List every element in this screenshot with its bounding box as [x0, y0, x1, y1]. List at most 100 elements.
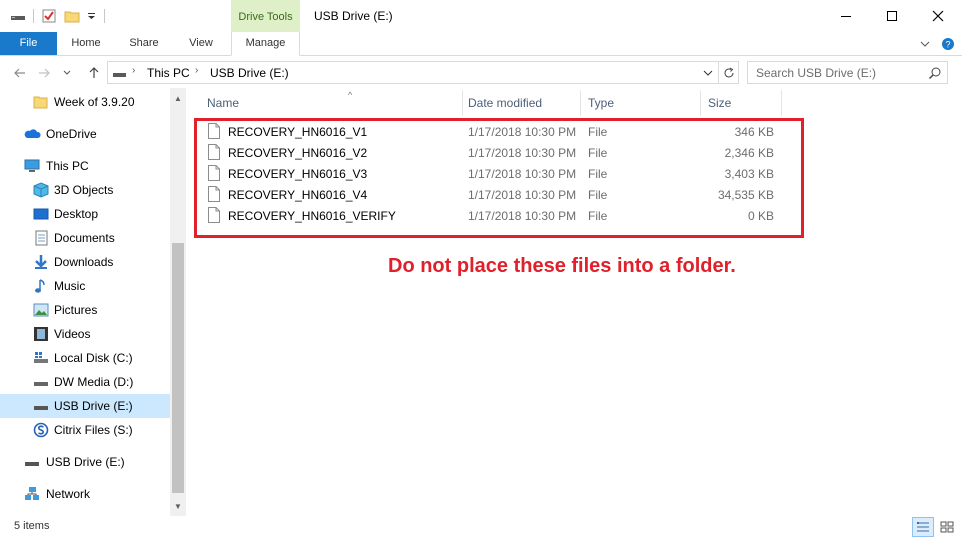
sidebar-item-onedrive[interactable]: OneDrive — [0, 122, 170, 146]
close-button[interactable] — [915, 0, 961, 32]
status-bar: 5 items — [0, 516, 962, 539]
tab-manage[interactable]: Manage — [231, 32, 300, 56]
breadcrumb-this-pc[interactable]: This PC — [147, 66, 190, 80]
chevron-down-icon — [63, 70, 71, 75]
sidebar-item-week-of-3-9-20[interactable]: Week of 3.9.20 — [0, 90, 170, 114]
search-placeholder: Search USB Drive (E:) — [756, 66, 877, 80]
forward-button[interactable] — [34, 63, 54, 83]
sidebar-item-label: Desktop — [54, 207, 99, 221]
minimize-icon — [841, 16, 851, 17]
usb-drive-icon — [24, 454, 40, 470]
sidebar-item-usb-drive-e[interactable]: USB Drive (E:) — [0, 394, 170, 418]
column-divider[interactable] — [462, 90, 463, 116]
sidebar-item-label: 3D Objects — [54, 183, 114, 197]
search-box[interactable]: Search USB Drive (E:) — [747, 61, 948, 84]
help-icon[interactable]: ? — [941, 37, 955, 51]
search-icon[interactable] — [928, 66, 942, 83]
breadcrumb-usb-drive[interactable]: USB Drive (E:) — [210, 66, 289, 80]
videos-icon — [33, 326, 49, 342]
scroll-up-icon[interactable]: ▲ — [170, 90, 186, 106]
sidebar-item-documents[interactable]: Documents — [0, 226, 170, 250]
navigation-bar: › This PC › USB Drive (E:) Search USB Dr… — [0, 58, 962, 88]
sidebar-item-desktop[interactable]: Desktop — [0, 202, 170, 226]
expand-ribbon-icon[interactable] — [918, 37, 932, 51]
sort-ascending-icon: ^ — [348, 90, 353, 100]
maximize-icon — [887, 11, 897, 21]
refresh-icon — [724, 67, 733, 77]
drive-icon[interactable] — [10, 8, 26, 24]
sidebar-item-label: Citrix Files (S:) — [54, 423, 133, 437]
column-divider[interactable] — [700, 90, 701, 116]
sidebar-item-label: Music — [54, 279, 86, 293]
minimize-button[interactable] — [823, 0, 869, 32]
sidebar-scrollbar[interactable]: ▲ ▼ — [170, 88, 186, 516]
sidebar-item-label: Documents — [54, 231, 115, 245]
sidebar-item-videos[interactable]: Videos — [0, 322, 170, 346]
sidebar-item-local-disk-c[interactable]: Local Disk (C:) — [0, 346, 170, 370]
sidebar-item-citrix-files-s[interactable]: Citrix Files (S:) — [0, 418, 170, 442]
sidebar-item-this-pc[interactable]: This PC — [0, 154, 170, 178]
cloud-icon — [24, 126, 41, 142]
title-bar: Drive Tools USB Drive (E:) — [0, 0, 962, 32]
back-button[interactable] — [10, 63, 30, 83]
maximize-button[interactable] — [869, 0, 915, 32]
citrix-icon — [33, 422, 49, 438]
column-divider[interactable] — [781, 90, 782, 116]
sidebar-item-label: Network — [46, 487, 91, 501]
address-bar[interactable]: › This PC › USB Drive (E:) — [107, 61, 719, 84]
details-view-icon — [917, 522, 929, 532]
sidebar-item-label: This PC — [46, 159, 89, 173]
column-header-date-modified[interactable]: Date modified — [468, 92, 580, 114]
desktop-icon — [33, 206, 49, 222]
sidebar-item-label: USB Drive (E:) — [54, 399, 133, 413]
breadcrumb-separator-icon: › — [132, 65, 136, 76]
sidebar-item-usb-drive-e-root[interactable]: USB Drive (E:) — [0, 450, 170, 474]
column-header-name[interactable]: ^ Name — [207, 90, 463, 114]
column-divider[interactable] — [580, 90, 581, 116]
scroll-down-icon[interactable]: ▼ — [170, 498, 186, 514]
tab-home[interactable]: Home — [64, 32, 108, 55]
tab-share[interactable]: Share — [122, 32, 166, 55]
recent-locations-button[interactable] — [60, 63, 74, 83]
usb-drive-icon — [33, 398, 49, 414]
large-icons-view-icon — [940, 521, 954, 533]
up-button[interactable] — [84, 63, 104, 83]
download-icon — [33, 254, 49, 270]
sidebar-item-pictures[interactable]: Pictures — [0, 298, 170, 322]
computer-icon — [24, 158, 40, 174]
sidebar-item-label: Videos — [54, 327, 91, 341]
refresh-button[interactable] — [719, 61, 739, 84]
customize-quick-access-icon[interactable] — [84, 8, 100, 24]
window-title: USB Drive (E:) — [314, 9, 393, 23]
column-header-type[interactable]: Type — [588, 92, 700, 114]
column-header-label: Name — [207, 96, 240, 110]
quick-access-divider — [33, 9, 34, 23]
annotation-highlight-box — [194, 118, 804, 238]
large-icons-view-button[interactable] — [936, 517, 958, 537]
sidebar-item-network[interactable]: Network — [0, 482, 170, 506]
scrollbar-thumb[interactable] — [172, 243, 184, 493]
file-list-pane: ^ Name Date modified Type Size RECOVERY_… — [186, 88, 962, 516]
column-header-size[interactable]: Size — [708, 92, 782, 114]
pictures-icon — [33, 302, 49, 318]
sidebar-item-3d-objects[interactable]: 3D Objects — [0, 178, 170, 202]
new-folder-icon[interactable] — [64, 8, 80, 24]
sidebar-item-music[interactable]: Music — [0, 274, 170, 298]
sidebar-item-label: Pictures — [54, 303, 98, 317]
address-dropdown-icon[interactable] — [703, 67, 713, 81]
network-icon — [24, 486, 40, 502]
back-arrow-icon — [14, 68, 25, 78]
up-arrow-icon — [89, 67, 99, 78]
documents-icon — [33, 230, 49, 246]
navigation-pane: Week of 3.9.20 OneDrive This PC 3D Objec… — [0, 88, 186, 516]
tab-view[interactable]: View — [180, 32, 222, 55]
tab-file[interactable]: File — [0, 32, 57, 55]
sidebar-item-dw-media-d[interactable]: DW Media (D:) — [0, 370, 170, 394]
drive-tools-context-header: Drive Tools — [231, 0, 300, 32]
sidebar-item-label: Week of 3.9.20 — [54, 95, 135, 109]
properties-icon[interactable] — [41, 8, 57, 24]
sidebar-item-label: OneDrive — [46, 127, 97, 141]
details-view-button[interactable] — [912, 517, 934, 537]
sidebar-item-downloads[interactable]: Downloads — [0, 250, 170, 274]
sidebar-item-label: USB Drive (E:) — [46, 455, 125, 469]
